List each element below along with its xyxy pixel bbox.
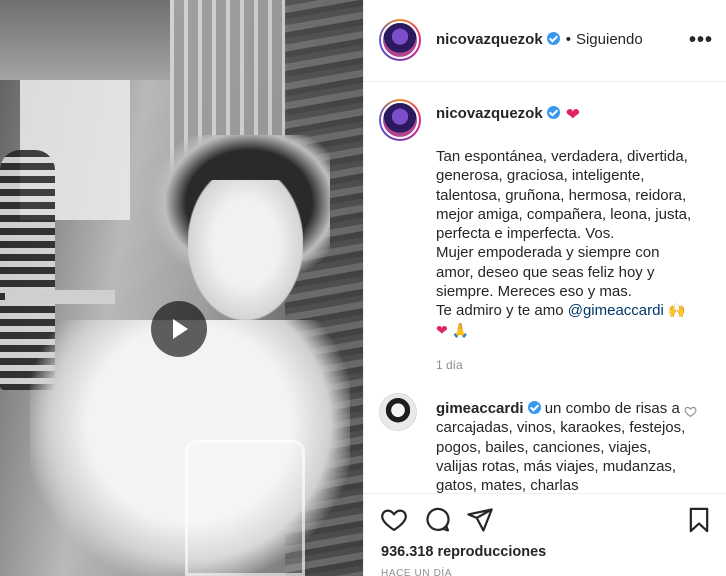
commenter-avatar[interactable] [379, 393, 417, 431]
video-player[interactable] [0, 0, 363, 576]
post-timestamp[interactable]: HACE UN DÍA [381, 568, 452, 576]
commenter-username[interactable]: gimeaccardi [436, 400, 524, 417]
caption-header: nicovazquezok ❤ [436, 105, 580, 125]
subject-face [188, 180, 303, 320]
verified-icon [546, 106, 560, 119]
comment-item: gimeaccardi un combo de risas a carcajad… [436, 399, 691, 493]
heart-icon[interactable] [380, 506, 408, 539]
background-table [5, 290, 115, 304]
author-avatar[interactable] [379, 19, 421, 61]
caption-text: Tan espontánea, verdadera, divertida, ge… [436, 147, 716, 340]
separator-dot: • [565, 31, 571, 48]
post-panel: nicovazquezok • Siguiendo ••• nicovazquezo… [363, 0, 726, 576]
caption-time[interactable]: 1 día [436, 358, 463, 372]
bookmark-icon[interactable] [685, 506, 713, 539]
background-arch [0, 0, 170, 80]
action-bar: 936.318 reproducciones HACE UN DÍA [364, 493, 726, 576]
caption-avatar[interactable] [379, 99, 421, 141]
hands-emoji: 🙌 [667, 302, 686, 319]
play-icon[interactable] [151, 301, 207, 357]
comments-list[interactable]: nicovazquezok ❤ Tan espontánea, verdadera… [364, 83, 726, 493]
post-header: nicovazquezok • Siguiendo ••• [364, 0, 726, 82]
heart-emoji: ❤ [565, 105, 580, 124]
comment-icon[interactable] [424, 506, 452, 539]
pray-emoji: 🙏 [451, 321, 470, 338]
verified-icon [527, 401, 541, 414]
follow-status-button[interactable]: Siguiendo [576, 31, 643, 48]
author-line: nicovazquezok • Siguiendo [436, 31, 643, 48]
more-icon[interactable]: ••• [689, 30, 713, 50]
subject-glass [185, 440, 305, 576]
views-count[interactable]: 936.318 reproducciones [381, 544, 546, 560]
share-icon[interactable] [466, 506, 494, 539]
author-username[interactable]: nicovazquezok [436, 31, 543, 48]
verified-icon [546, 32, 560, 45]
caption-body: Tan espontánea, verdadera, divertida, ge… [436, 148, 692, 320]
caption-username[interactable]: nicovazquezok [436, 105, 543, 122]
comment-like-icon[interactable] [684, 405, 697, 421]
heart-emoji: ❤ [436, 321, 448, 338]
mention-link[interactable]: @gimeaccardi [568, 302, 664, 319]
